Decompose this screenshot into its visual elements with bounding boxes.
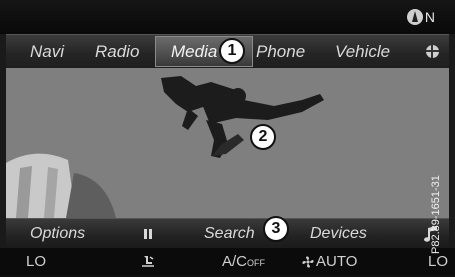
status-bar: N xyxy=(0,0,455,34)
video-frame-image xyxy=(6,68,449,218)
auto-climate-button[interactable]: AUTO xyxy=(316,248,357,275)
head-unit-screen: N Navi Radio Media Phone Vehicle 1 2 Opt… xyxy=(0,0,455,275)
pause-icon[interactable] xyxy=(144,229,152,239)
callout-2: 2 xyxy=(250,124,276,150)
menu-item-media[interactable]: Media xyxy=(171,35,217,69)
climate-control-bar: LO A/COFF AUTO LO xyxy=(0,248,455,275)
ac-button[interactable]: A/COFF xyxy=(222,248,265,275)
figure-reference-code: P82.89-1651-31 xyxy=(430,175,442,254)
callout-1: 1 xyxy=(219,38,245,64)
left-temperature[interactable]: LO xyxy=(26,248,46,275)
compass-direction: N xyxy=(424,9,435,25)
options-button[interactable]: Options xyxy=(30,219,85,249)
globe-icon[interactable] xyxy=(426,45,439,58)
menu-item-phone[interactable]: Phone xyxy=(256,35,305,69)
compass-icon xyxy=(406,9,423,25)
devices-button[interactable]: Devices xyxy=(310,219,367,249)
ac-label: A/C xyxy=(222,253,248,270)
compass-indicator: N xyxy=(406,8,435,26)
search-button[interactable]: Search xyxy=(204,219,255,249)
menu-item-radio[interactable]: Radio xyxy=(95,35,139,69)
menu-item-navi[interactable]: Navi xyxy=(30,35,64,69)
menu-item-vehicle[interactable]: Vehicle xyxy=(335,35,390,69)
seat-airflow-icon[interactable] xyxy=(140,254,156,270)
callout-3: 3 xyxy=(263,216,289,242)
video-display xyxy=(6,68,449,218)
ac-state: OFF xyxy=(247,258,266,268)
fan-icon xyxy=(302,256,314,268)
media-bottom-menu: Options Search Devices xyxy=(6,218,449,249)
